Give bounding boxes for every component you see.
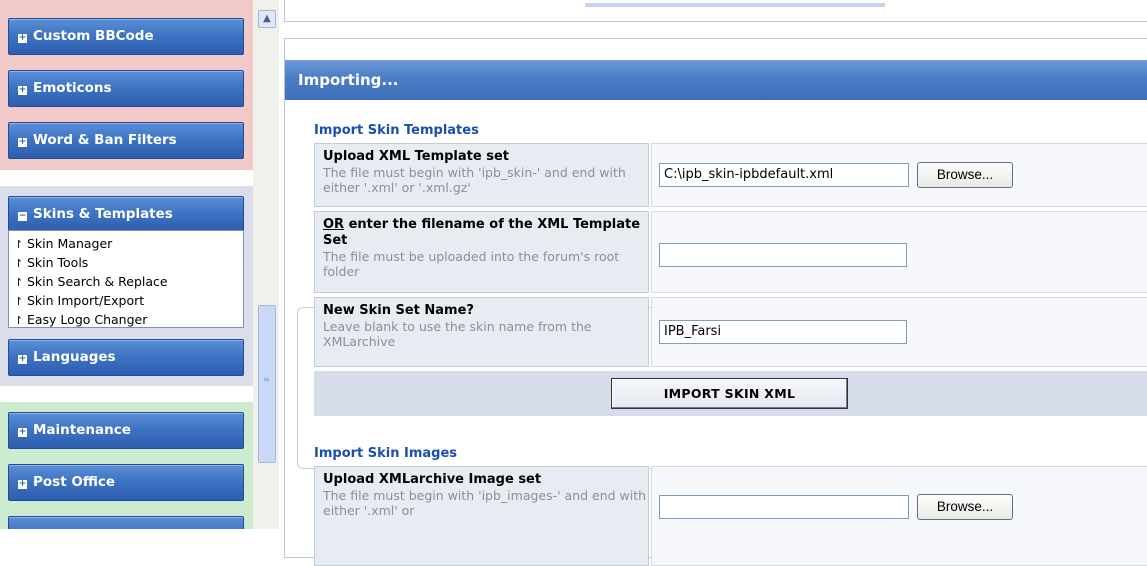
import-skin-xml-button[interactable]: IMPORT SKIN XML [611, 378, 848, 409]
panel-header: Importing... [285, 60, 1147, 100]
main-content: Importing... Import Skin Templates Uploa… [279, 0, 1147, 566]
arrow-icon: ↾ [14, 238, 24, 251]
nav-label: Languages [33, 349, 116, 365]
nav-maintenance-button[interactable]: + Maintenance [8, 412, 244, 449]
submenu-item-skin-search-replace[interactable]: ↾ Skin Search & Replace [14, 273, 243, 292]
nav-languages-button[interactable]: + Languages [8, 339, 244, 376]
sidebar: + Custom BBCode + Emoticons + Word & Ban Fi… [0, 0, 253, 529]
submenu-label: Skin Tools [26, 255, 89, 270]
nav-emoticons-button[interactable]: + Emoticons [8, 70, 244, 107]
skin-name-desc: Leave blank to use the skin name from th… [323, 319, 592, 349]
nav-label: Word & Ban Filters [33, 132, 177, 148]
scroll-up-icon[interactable]: ▲ [258, 10, 276, 28]
submenu-item-skin-tools[interactable]: ↾ Skin Tools [14, 254, 243, 273]
or-filename-label: OR enter the filename of the XML Templat… [323, 217, 648, 249]
field-cell: C:\ipb_skin-ipbdefault.xml Browse... [651, 143, 1147, 207]
label-cell: OR enter the filename of the XML Templat… [314, 211, 649, 293]
section-title-images: Import Skin Images [314, 446, 458, 461]
or-label-text: enter the filename of the XML Template S… [323, 217, 641, 248]
arrow-icon: ↾ [14, 257, 24, 270]
page-title: Importing... [298, 71, 399, 89]
expand-icon: + [18, 354, 27, 364]
arrow-icon: ↾ [14, 276, 24, 289]
browse-template-button[interactable]: Browse... [917, 162, 1013, 188]
template-file-input[interactable]: C:\ipb_skin-ipbdefault.xml [659, 163, 909, 187]
upload-images-desc: The file must begin with 'ipb_images-' a… [323, 488, 647, 518]
upload-template-row: Upload XML Template set The file must be… [314, 143, 1147, 207]
nav-post-office-button[interactable]: + Post Office [8, 464, 244, 501]
previous-panel [284, 0, 1147, 22]
expand-icon: + [18, 33, 27, 43]
submit-row: IMPORT SKIN XML [314, 371, 1147, 416]
browse-images-button[interactable]: Browse... [917, 494, 1013, 520]
submenu-label: Skin Manager [26, 236, 113, 251]
nav-label: Emoticons [33, 80, 112, 96]
skins-submenu: ↾ Skin Manager ↾ Skin Tools ↾ Skin Searc… [8, 230, 244, 328]
submenu-label: Skin Search & Replace [26, 274, 168, 289]
submenu-item-easy-logo-changer[interactable]: ↾ Easy Logo Changer [14, 311, 243, 330]
skin-name-row: New Skin Set Name? Leave blank to use th… [314, 297, 1147, 367]
field-cell [651, 211, 1147, 293]
section-title-templates: Import Skin Templates [314, 123, 479, 138]
group-green: + Maintenance + Post Office [0, 402, 253, 529]
template-filename-input[interactable] [659, 243, 907, 267]
arrow-icon: ↾ [14, 314, 24, 327]
skin-name-input[interactable]: IPB_Farsi [659, 320, 907, 344]
expand-icon: + [18, 479, 27, 489]
grip-icon: ≡ [263, 375, 270, 384]
expand-icon: + [18, 137, 27, 147]
label-cell: New Skin Set Name? Leave blank to use th… [314, 297, 649, 367]
expand-icon: + [18, 427, 27, 437]
nav-label: Custom BBCode [33, 28, 154, 44]
field-cell: IPB_Farsi [651, 297, 1147, 367]
group-pink: + Custom BBCode + Emoticons + Word & Ban Fi… [0, 0, 253, 170]
nav-label: Skins & Templates [33, 206, 173, 222]
collapse-icon: − [18, 211, 27, 221]
nav-label: Maintenance [33, 422, 131, 438]
upload-images-label: Upload XMLarchive Image set [323, 472, 542, 487]
nav-word-ban-filters-button[interactable]: + Word & Ban Filters [8, 122, 244, 159]
import-panel: Importing... Import Skin Templates Uploa… [284, 38, 1147, 566]
submenu-item-skin-import-export[interactable]: ↾ Skin Import/Export [14, 292, 243, 311]
arrow-icon: ↾ [14, 295, 24, 308]
images-file-input[interactable] [659, 495, 909, 519]
upload-template-desc: The file must begin with 'ipb_skin-' and… [323, 165, 626, 195]
or-filename-desc: The file must be uploaded into the forum… [323, 249, 620, 279]
label-cell: Upload XMLarchive Image set The file mus… [314, 466, 649, 566]
divider [585, 3, 885, 7]
nav-custom-bbcode-button[interactable]: + Custom BBCode [8, 18, 244, 55]
field-cell: Browse... [651, 466, 1147, 566]
skin-name-label: New Skin Set Name? [323, 303, 474, 318]
upload-images-row: Upload XMLarchive Image set The file mus… [314, 466, 1147, 566]
template-filename-row: OR enter the filename of the XML Templat… [314, 211, 1147, 293]
submenu-item-skin-manager[interactable]: ↾ Skin Manager [14, 235, 243, 254]
submenu-label: Skin Import/Export [26, 293, 145, 308]
or-prefix: OR [323, 217, 345, 232]
expand-icon: + [18, 85, 27, 95]
nav-label: Post Office [33, 474, 116, 490]
label-cell: Upload XML Template set The file must be… [314, 143, 649, 207]
upload-template-label: Upload XML Template set [323, 149, 509, 164]
sidebar-scrollbar[interactable]: ▲ ≡ [253, 0, 279, 529]
scroll-thumb[interactable]: ≡ [258, 305, 276, 463]
nav-skins-templates-button[interactable]: − Skins & Templates [8, 196, 244, 233]
nav-next-button[interactable] [8, 516, 244, 529]
submenu-label: Easy Logo Changer [26, 312, 148, 327]
